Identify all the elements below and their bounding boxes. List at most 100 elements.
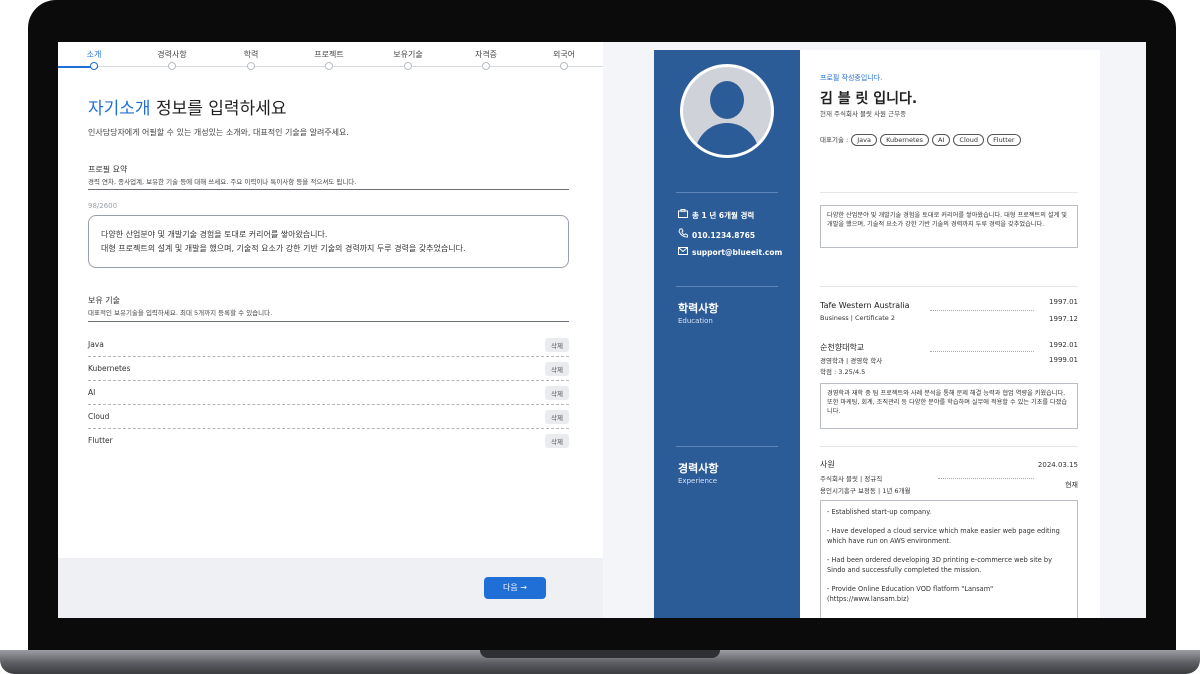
skill-row: AI 삭제: [88, 381, 569, 405]
step-skills[interactable]: 보유기술: [378, 50, 438, 70]
edu1-school: Tafe Western Australia: [820, 301, 910, 310]
delete-skill-button[interactable]: 삭제: [545, 386, 569, 400]
resume-skills: 대표기술 : Java Kubernetes AI Cloud Flutter: [820, 134, 1021, 148]
skill-name: Flutter: [88, 436, 113, 445]
delete-skill-button[interactable]: 삭제: [545, 338, 569, 352]
title-highlight: 자기소개: [88, 99, 151, 119]
step-education[interactable]: 학력: [221, 50, 281, 70]
step-dot: [247, 62, 255, 70]
skills-label: 대표기술 :: [820, 136, 849, 144]
exp-location: 용인시기흥구 보정동 | 1년 6개월: [820, 487, 911, 495]
contact-phone: 010.1234.8765: [678, 228, 755, 240]
education-heading: 학력사항: [678, 302, 719, 315]
app-screen: 소개 경력사항 학력 프로젝트 보유기술 자격증 외국어 자기소개 정보를 입력…: [58, 42, 1146, 618]
step-languages[interactable]: 외국어: [534, 50, 594, 70]
resume-divider: [820, 446, 1078, 447]
delete-skill-button[interactable]: 삭제: [545, 434, 569, 448]
divider: [88, 189, 569, 190]
page-subtitle: 인사담당자에게 어필할 수 있는 개성있는 소개와, 대표적인 기술을 알려주세…: [88, 128, 349, 137]
skill-row: Java 삭제: [88, 333, 569, 357]
skill-row: Kubernetes 삭제: [88, 357, 569, 381]
exp-item: - Provide Online Education VOD flatform …: [827, 585, 994, 603]
skill-name: Java: [88, 340, 104, 349]
experience-subheading: Experience: [678, 477, 718, 485]
skills-label: 보유 기술: [88, 296, 120, 305]
delete-skill-button[interactable]: 삭제: [545, 362, 569, 376]
edu2-school: 순천향대학교: [820, 343, 865, 352]
step-label: 프로젝트: [314, 50, 344, 59]
resume-divider: [820, 286, 1078, 287]
avatar-head: [710, 81, 744, 119]
profile-status: 프로필 작성중입니다.: [820, 74, 883, 82]
step-label: 외국어: [552, 50, 576, 59]
step-label: 자격증: [474, 50, 498, 59]
dotted-leader: [930, 310, 1034, 311]
delete-skill-button[interactable]: 삭제: [545, 410, 569, 424]
skill-chip: Java: [851, 134, 877, 146]
skill-chip: Kubernetes: [880, 134, 929, 146]
edu1-detail: Business | Certificate 2: [820, 314, 895, 322]
sidebar-divider: [676, 286, 778, 287]
step-career[interactable]: 경력사항: [142, 50, 202, 70]
avatar: [680, 64, 774, 158]
contact-email: support@blueeit.com: [678, 247, 782, 259]
step-navigation: 소개 경력사항 학력 프로젝트 보유기술 자격증 외국어: [58, 50, 603, 72]
current-position: 현재 주식회사 블릿 사원 근무중: [820, 108, 906, 118]
laptop-notch: [480, 650, 720, 658]
career-text: 총 1 년 6개월 경력: [692, 211, 755, 220]
sidebar-divider: [676, 192, 778, 193]
skills-hint: 대표적인 보유기술을 입력하세요. 최대 5개까지 등록할 수 있습니다.: [88, 309, 273, 317]
char-counter: 98/2600: [88, 202, 118, 210]
skill-row: Cloud 삭제: [88, 405, 569, 429]
avatar-body: [695, 123, 759, 155]
now-suffix: 근무중: [888, 110, 907, 118]
edu1-start: 1997.01: [1049, 298, 1078, 306]
title-rest: 정보를 입력하세요: [150, 99, 287, 119]
edu1-end: 1997.12: [1049, 315, 1078, 323]
edu2-end: 1999.01: [1049, 356, 1078, 364]
exp-end: 현재: [1065, 481, 1078, 489]
step-dot: [560, 62, 568, 70]
edu2-start: 1992.01: [1049, 341, 1078, 349]
exp-item: - Had been ordered developing 3D printin…: [827, 556, 1052, 574]
exp-item: - Have developed a cloud service which m…: [827, 527, 1060, 545]
experience-heading: 경력사항: [678, 462, 719, 475]
step-projects[interactable]: 프로젝트: [299, 50, 359, 70]
dotted-leader: [938, 478, 1034, 479]
skill-name: Kubernetes: [88, 364, 131, 373]
next-button[interactable]: 다음 →: [484, 577, 546, 599]
email-text: support@blueeit.com: [692, 248, 783, 257]
exp-item: - Established start-up company.: [827, 508, 932, 516]
skill-row: Flutter 삭제: [88, 429, 569, 453]
skill-chip: AI: [931, 134, 951, 146]
step-label: 경력사항: [157, 50, 187, 59]
summary-line: 대형 프로젝트의 설계 및 개발을 했으며, 기술적 요소가 강한 기반 기술의…: [101, 244, 466, 253]
resume-summary: 다양한 산업분야 및 개발기술 경험을 토대로 커리어를 쌓아왔습니다. 대형 …: [820, 205, 1078, 248]
exp-title: 사원: [820, 460, 835, 469]
briefcase-icon: [678, 209, 692, 222]
education-subheading: Education: [678, 317, 713, 325]
sidebar-divider: [676, 446, 778, 447]
step-dot: [325, 62, 333, 70]
summary-hint: 경력 연차, 종사업계, 보유한 기술 등에 대해 쓰세요. 주요 이력이나 특…: [88, 178, 357, 186]
step-label: 학력: [243, 50, 259, 59]
skill-name: AI: [88, 388, 96, 397]
step-label: 보유기술: [393, 50, 423, 59]
step-label: 소개: [86, 50, 102, 59]
step-dot: [168, 62, 176, 70]
avatar-placeholder: [683, 67, 771, 155]
step-certificates[interactable]: 자격증: [456, 50, 516, 70]
step-dot: [404, 62, 412, 70]
edu2-gpa: 학점 : 3.25/4.5: [820, 368, 866, 376]
dotted-leader: [930, 351, 1034, 352]
skill-chip: Cloud: [953, 134, 984, 146]
now-prefix: 현재: [820, 110, 832, 118]
mail-icon: [678, 247, 692, 259]
resume-name: 김 블 릿 입니다.: [820, 91, 918, 107]
divider: [88, 321, 569, 322]
summary-textarea[interactable]: 다양한 산업분야 및 개발기술 경험을 토대로 커리어를 쌓아왔습니다. 대형 …: [88, 215, 569, 268]
contact-career: 총 1 년 6개월 경력: [678, 209, 754, 221]
profile-form: 소개 경력사항 학력 프로젝트 보유기술 자격증 외국어 자기소개 정보를 입력…: [58, 42, 603, 618]
step-intro[interactable]: 소개: [64, 50, 124, 70]
page-title: 자기소개 정보를 입력하세요: [88, 94, 287, 119]
